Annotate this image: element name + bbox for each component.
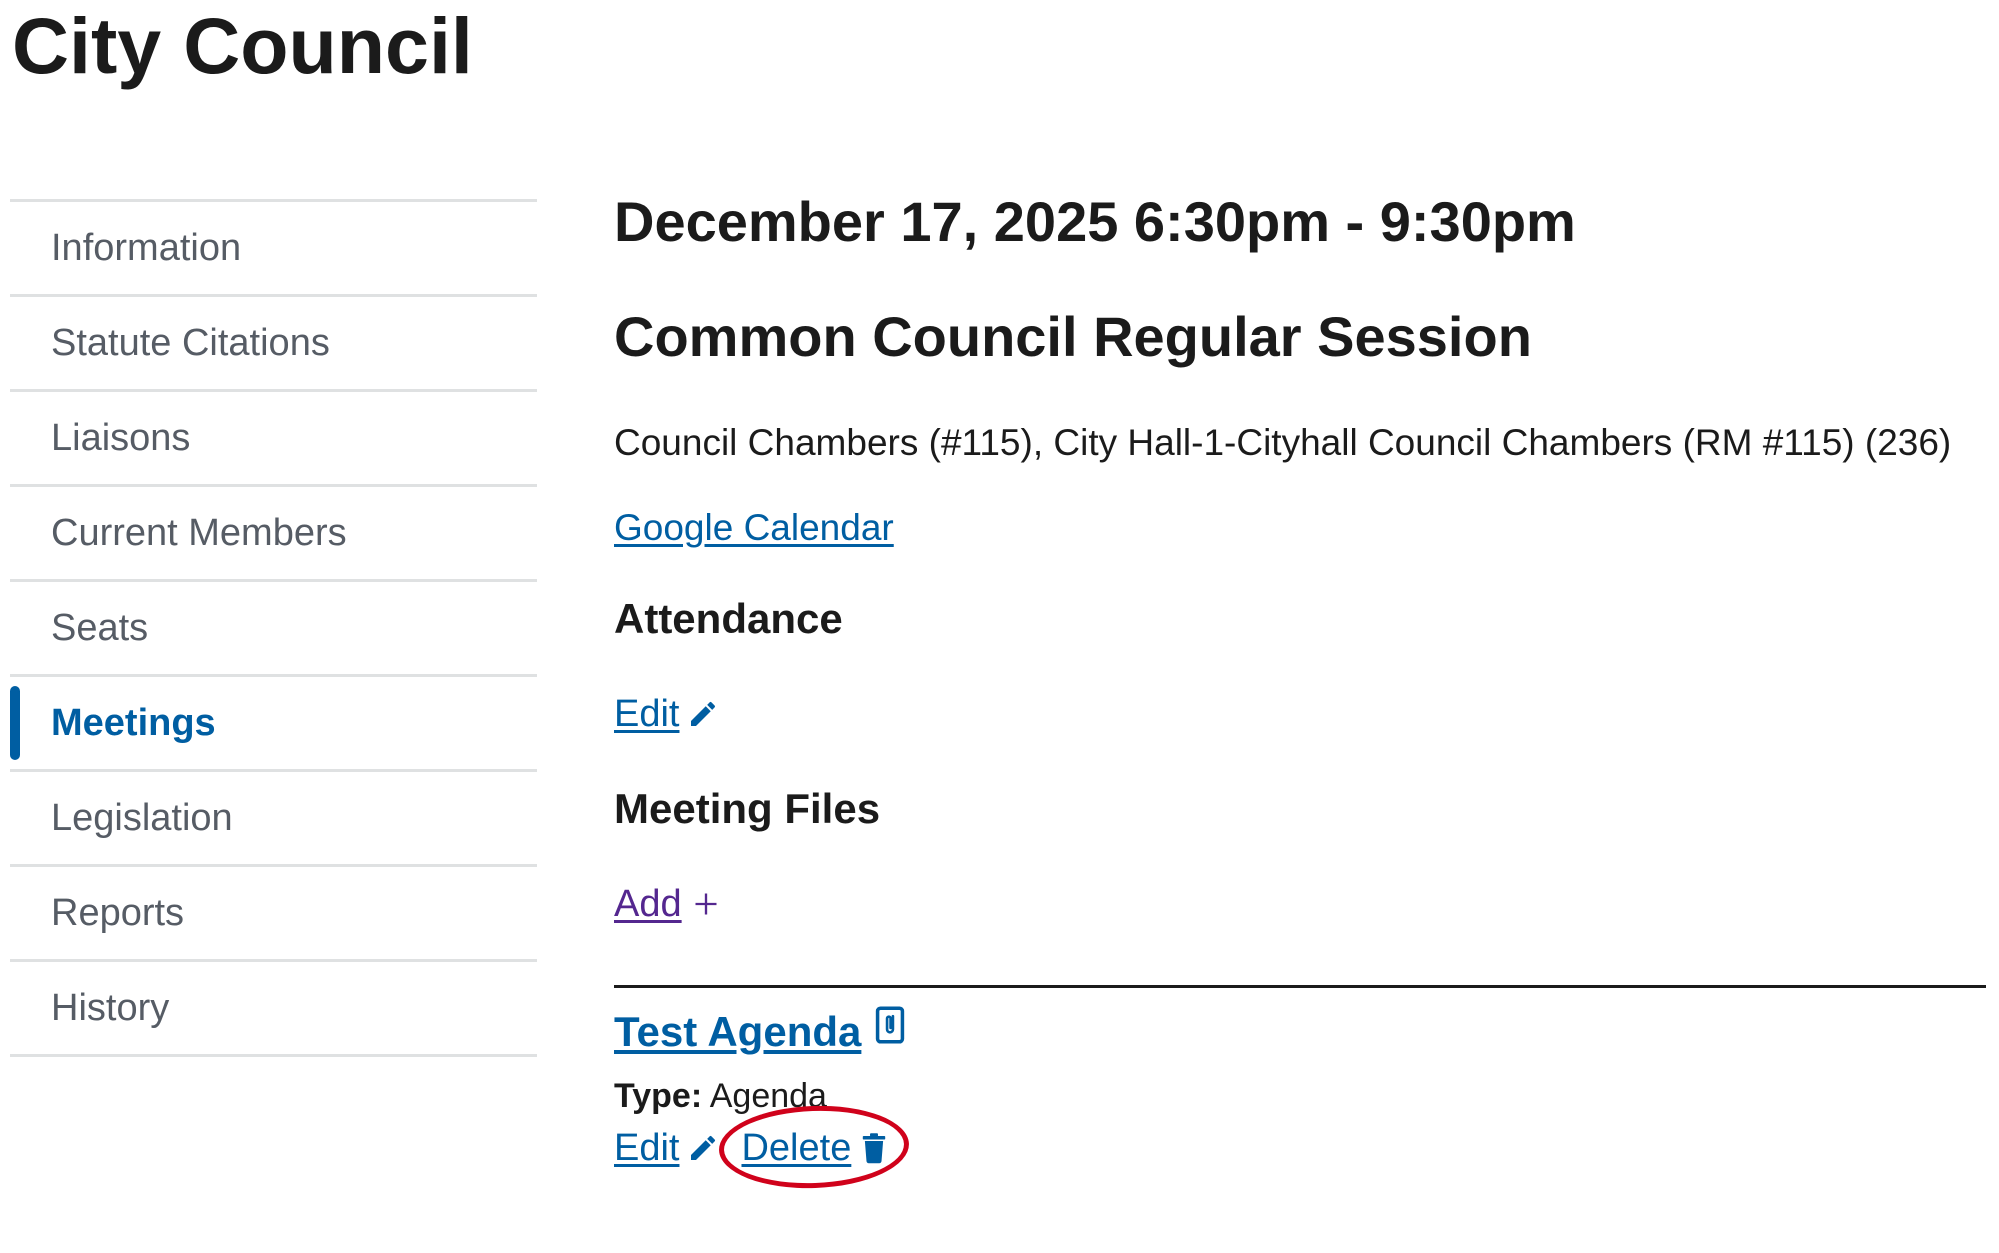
sidebar-item-label: Legislation (51, 796, 233, 839)
sidebar-item-label: Information (51, 226, 242, 269)
meeting-title: Common Council Regular Session (614, 305, 1532, 368)
sidebar-item-label: Current Members (51, 511, 347, 554)
side-navigation: Information Statute Citations Liaisons C… (10, 199, 537, 1057)
file-edit-link[interactable]: Edit (614, 1124, 679, 1172)
sidebar-item-label: Meetings (51, 701, 216, 744)
file-type-value: Agenda (709, 1077, 827, 1115)
file-actions: Edit Delete (614, 1102, 911, 1192)
file-type: Type: Agenda (614, 1074, 827, 1118)
meeting-date: December 17, 2025 6:30pm - 9:30pm (614, 190, 1576, 253)
file-type-label: Type: (614, 1077, 703, 1115)
sidebar-item-history[interactable]: History (10, 962, 537, 1057)
sidebar-item-information[interactable]: Information (10, 202, 537, 297)
sidebar-item-meetings[interactable]: Meetings (10, 677, 537, 772)
sidebar-item-label: Statute Citations (51, 321, 330, 364)
file-title-link[interactable]: Test Agenda (614, 1006, 861, 1058)
page-title: City Council (12, 1, 473, 90)
file-item-title[interactable]: Test Agenda (614, 1006, 905, 1058)
sidebar-item-legislation[interactable]: Legislation (10, 772, 537, 867)
attachment-icon (875, 1006, 905, 1044)
sidebar-item-label: Seats (51, 606, 149, 649)
section-divider (614, 985, 1986, 988)
add-file-label[interactable]: Add (614, 880, 682, 928)
google-calendar-link[interactable]: Google Calendar (614, 505, 894, 551)
sidebar-item-statute-citations[interactable]: Statute Citations (10, 297, 537, 392)
attendance-edit-link[interactable]: Edit (614, 690, 719, 738)
meeting-files-heading: Meeting Files (614, 785, 881, 832)
trash-icon (861, 1132, 887, 1164)
sidebar-item-reports[interactable]: Reports (10, 867, 537, 962)
file-delete-action[interactable]: Delete (718, 1102, 911, 1192)
plus-icon (692, 890, 720, 918)
attendance-edit-label[interactable]: Edit (614, 690, 679, 738)
sidebar-item-seats[interactable]: Seats (10, 582, 537, 677)
file-delete-link[interactable]: Delete (741, 1124, 851, 1172)
add-file-link[interactable]: Add (614, 880, 720, 928)
sidebar-item-current-members[interactable]: Current Members (10, 487, 537, 582)
sidebar-item-label: Liaisons (51, 416, 191, 459)
sidebar-item-label: Reports (51, 891, 185, 934)
pencil-icon (687, 1132, 719, 1164)
pencil-icon (687, 698, 719, 730)
sidebar-item-liaisons[interactable]: Liaisons (10, 392, 537, 487)
attendance-heading: Attendance (614, 595, 843, 642)
sidebar-item-label: History (51, 986, 170, 1029)
meeting-location: Council Chambers (#115), City Hall-1-Cit… (614, 422, 1952, 463)
